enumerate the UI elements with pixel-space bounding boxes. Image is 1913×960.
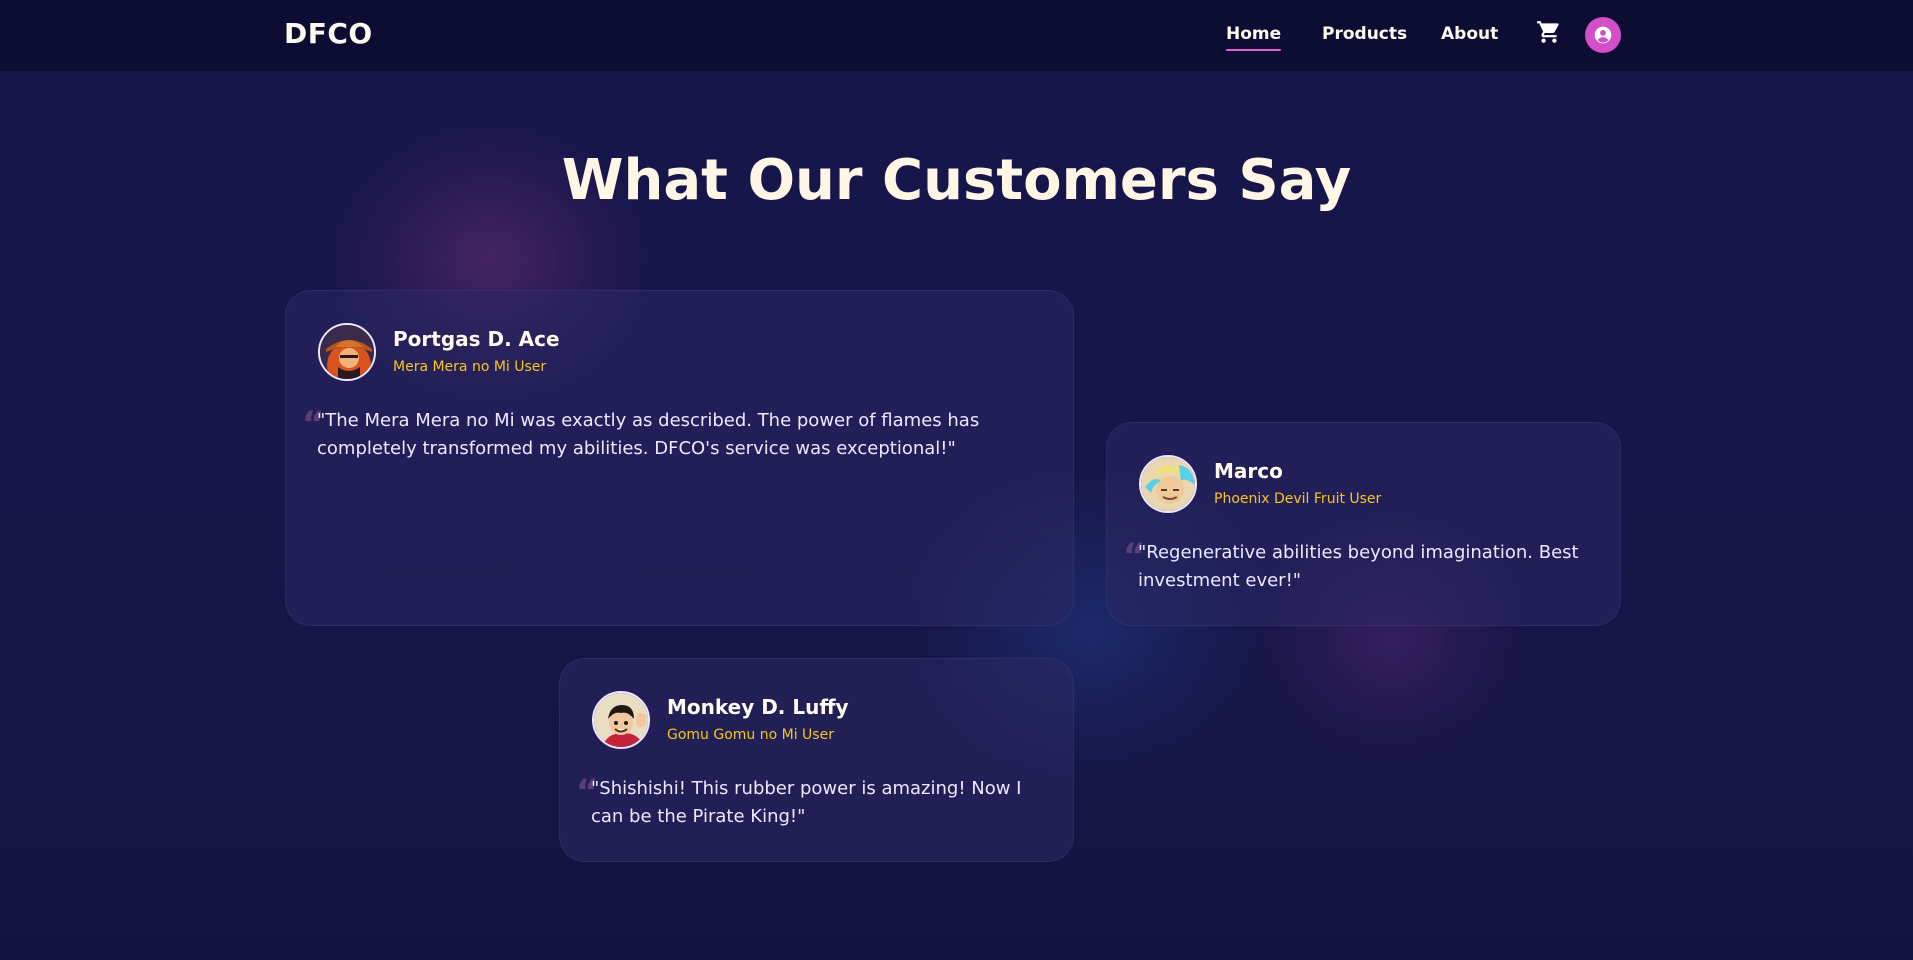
testimonial-card-ace: Portgas D. Ace Mera Mera no Mi User “ "T… [285,290,1074,626]
testimonial-name: Portgas D. Ace [393,327,560,351]
section-title: What Our Customers Say [561,148,1352,213]
testimonial-role: Gomu Gomu no Mi User [667,727,834,743]
user-profile-button[interactable] [1585,17,1621,53]
avatar-luffy [592,691,650,749]
testimonial-quote: "Regenerative abilities beyond imaginati… [1138,542,1579,591]
avatar-ace [318,323,376,381]
nav-link-home[interactable]: Home [1226,24,1282,51]
user-circle-icon [1594,26,1612,44]
testimonial-role: Mera Mera no Mi User [393,359,547,375]
testimonial-name: Marco [1214,459,1283,483]
testimonial-card-marco: Marco Phoenix Devil Fruit User “ "Regene… [1106,422,1621,626]
testimonial-card-luffy: Monkey D. Luffy Gomu Gomu no Mi User “ "… [559,658,1074,862]
nav-link-about[interactable]: About [1441,24,1498,44]
testimonial-quote: "Shishishi! This rubber power is amazing… [591,778,1022,827]
nav-link-products[interactable]: Products [1322,24,1407,44]
navbar: DFCO Home Products About [0,0,1913,72]
testimonial-role: Phoenix Devil Fruit User [1214,491,1382,507]
site-logo[interactable]: DFCO [284,17,373,50]
cart-icon[interactable] [1536,19,1562,45]
testimonial-name: Monkey D. Luffy [667,695,849,719]
testimonial-quote: "The Mera Mera no Mi was exactly as desc… [317,410,980,459]
avatar-marco [1139,455,1197,513]
